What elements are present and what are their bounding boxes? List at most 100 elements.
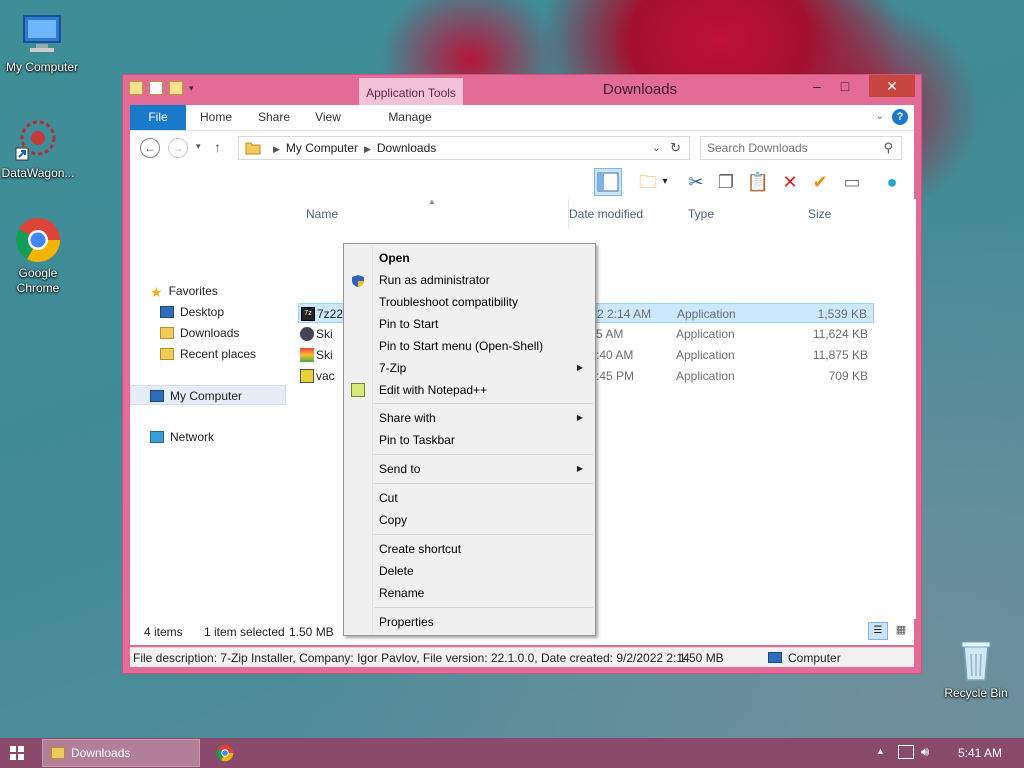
menu-item-pin-to-start[interactable]: Pin to Start xyxy=(346,313,593,335)
column-header-type[interactable]: Type xyxy=(688,199,798,229)
file-size: 1,539 KB xyxy=(817,307,867,321)
menu-item-send-to[interactable]: Send to ▶ xyxy=(346,458,593,480)
breadcrumb-downloads[interactable]: Downloads xyxy=(377,141,436,155)
address-field[interactable]: ▶ My Computer ▶ Downloads ⌄ ↻ xyxy=(238,136,690,160)
menu-item-edit-with-notepadpp[interactable]: Edit with Notepad++ xyxy=(346,379,593,401)
copy-icon[interactable]: ❐ xyxy=(712,168,740,196)
windows-logo-icon xyxy=(10,746,24,760)
network-icon xyxy=(150,431,164,443)
details-location: Computer xyxy=(788,651,841,665)
app-icon xyxy=(300,369,314,383)
search-box[interactable]: ⚲ xyxy=(700,136,902,160)
menu-item-open[interactable]: Open xyxy=(346,247,593,269)
taskbar-clock[interactable]: 5:41 AM xyxy=(958,746,1002,760)
menu-separator xyxy=(374,534,593,535)
menu-separator xyxy=(374,607,593,608)
desktop-icon-my-computer[interactable]: My Computer xyxy=(0,10,84,75)
nav-desktop[interactable]: Desktop xyxy=(160,302,224,322)
help-icon[interactable]: ? xyxy=(892,109,908,125)
minimize-button[interactable]: – xyxy=(803,75,831,97)
details-bar: File description: 7-Zip Installer, Compa… xyxy=(130,647,914,667)
menu-item-pin-to-start-menu[interactable]: Pin to Start menu (Open-Shell) xyxy=(346,335,593,357)
desktop-icon-datawagon[interactable]: DataWagon... xyxy=(0,116,80,181)
volume-icon[interactable]: 🔊︎ xyxy=(921,744,929,760)
menu-item-share-with[interactable]: Share with ▶ xyxy=(346,407,593,429)
check-icon[interactable]: ✔ xyxy=(806,168,834,196)
close-button[interactable]: ✕ xyxy=(869,75,915,97)
taskbar-item-downloads[interactable]: Downloads xyxy=(42,739,200,767)
cut-icon[interactable]: ✂ xyxy=(682,168,710,196)
rename-icon[interactable]: ▭ xyxy=(838,168,866,196)
details-view-button[interactable]: ☰ xyxy=(868,622,888,640)
menu-item-delete[interactable]: Delete xyxy=(346,560,593,582)
large-icons-view-button[interactable]: ▦ xyxy=(892,622,910,640)
context-menu: Open Run as administrator Troubleshoot c… xyxy=(343,243,596,636)
nav-favorites[interactable]: ★ Favorites xyxy=(150,281,218,301)
forward-button[interactable]: → xyxy=(168,138,188,158)
address-dropdown-icon[interactable]: ⌄ xyxy=(652,141,661,154)
desktop-icon-google-chrome[interactable]: Google Chrome xyxy=(0,216,80,296)
menu-item-rename[interactable]: Rename xyxy=(346,582,593,604)
tab-home[interactable]: Home xyxy=(194,105,238,130)
preview-pane-button[interactable] xyxy=(594,168,622,196)
menu-item-label: Pin to Start menu (Open-Shell) xyxy=(379,339,544,353)
recent-locations-icon[interactable]: ▾ xyxy=(196,141,201,152)
network-globe-icon[interactable]: ● xyxy=(878,168,906,196)
menu-separator xyxy=(374,454,593,455)
navigation-pane: ★ Favorites Desktop Downloads Recent plac… xyxy=(130,199,290,619)
nav-network[interactable]: Network xyxy=(150,427,214,447)
expand-ribbon-icon[interactable]: ⌄ xyxy=(876,111,884,122)
menu-item-run-as-administrator[interactable]: Run as administrator xyxy=(346,269,593,291)
title-bar[interactable]: ▾ Application Tools Downloads – □ ✕ xyxy=(123,75,921,105)
menu-item-label: Delete xyxy=(379,564,414,578)
menu-item-label: Share with xyxy=(379,411,436,425)
file-type: Application xyxy=(677,307,736,321)
delete-icon[interactable]: ✕ xyxy=(776,168,804,196)
file-description: File description: 7-Zip Installer, Compa… xyxy=(133,651,690,665)
desktop-icon-label: My Computer xyxy=(5,60,79,74)
network-tray-icon[interactable] xyxy=(898,745,914,759)
search-icon[interactable]: ⚲ xyxy=(883,140,893,156)
nav-label: Downloads xyxy=(180,326,240,340)
nav-label: Favorites xyxy=(168,284,218,298)
refresh-icon[interactable]: ↻ xyxy=(670,140,681,156)
tab-manage[interactable]: Manage xyxy=(370,105,450,130)
menu-item-create-shortcut[interactable]: Create shortcut xyxy=(346,538,593,560)
nav-my-computer[interactable]: My Computer xyxy=(130,385,286,405)
computer-icon xyxy=(150,390,164,402)
menu-item-properties[interactable]: Properties xyxy=(346,611,593,633)
selected-size: 1.50 MB xyxy=(289,625,334,639)
tab-file[interactable]: File xyxy=(130,105,186,130)
taskbar-item-chrome[interactable] xyxy=(216,744,234,762)
uac-shield-icon xyxy=(351,273,365,287)
column-header-size[interactable]: Size xyxy=(808,199,878,229)
start-button[interactable] xyxy=(10,746,24,760)
chevron-down-icon[interactable]: ▾ xyxy=(658,168,672,196)
up-button[interactable]: ↑ xyxy=(214,139,221,155)
breadcrumb-my-computer[interactable]: My Computer xyxy=(286,141,358,155)
computer-icon xyxy=(768,652,782,663)
file-name: Ski xyxy=(316,327,333,341)
menu-item-label: Rename xyxy=(379,586,425,600)
nav-downloads[interactable]: Downloads xyxy=(160,323,239,343)
menu-item-label: Send to xyxy=(379,462,421,476)
maximize-button[interactable]: □ xyxy=(831,75,859,97)
tab-view[interactable]: View xyxy=(308,105,348,130)
details-size: 1.50 MB xyxy=(679,651,724,665)
menu-item-pin-to-taskbar[interactable]: Pin to Taskbar xyxy=(346,429,593,451)
taskbar-item-label: Downloads xyxy=(71,746,131,760)
menu-item-cut[interactable]: Cut xyxy=(346,487,593,509)
tray-overflow-icon[interactable]: ▲ xyxy=(876,746,885,756)
desktop-icon-recycle-bin[interactable]: Recycle Bin xyxy=(934,636,1018,701)
menu-item-copy[interactable]: Copy xyxy=(346,509,593,531)
file-type: Application xyxy=(676,327,735,341)
search-input[interactable] xyxy=(707,138,877,158)
tab-share[interactable]: Share xyxy=(252,105,296,130)
column-header-date[interactable]: Date modified xyxy=(568,199,678,229)
back-button[interactable]: ← xyxy=(140,138,160,158)
paste-icon[interactable]: 📋 xyxy=(744,168,772,196)
menu-item-troubleshoot-compatibility[interactable]: Troubleshoot compatibility xyxy=(346,291,593,313)
menu-item-7zip[interactable]: 7-Zip ▶ xyxy=(346,357,593,379)
nav-recent-places[interactable]: Recent places xyxy=(160,344,256,364)
column-header-name[interactable]: Name xyxy=(306,199,556,229)
